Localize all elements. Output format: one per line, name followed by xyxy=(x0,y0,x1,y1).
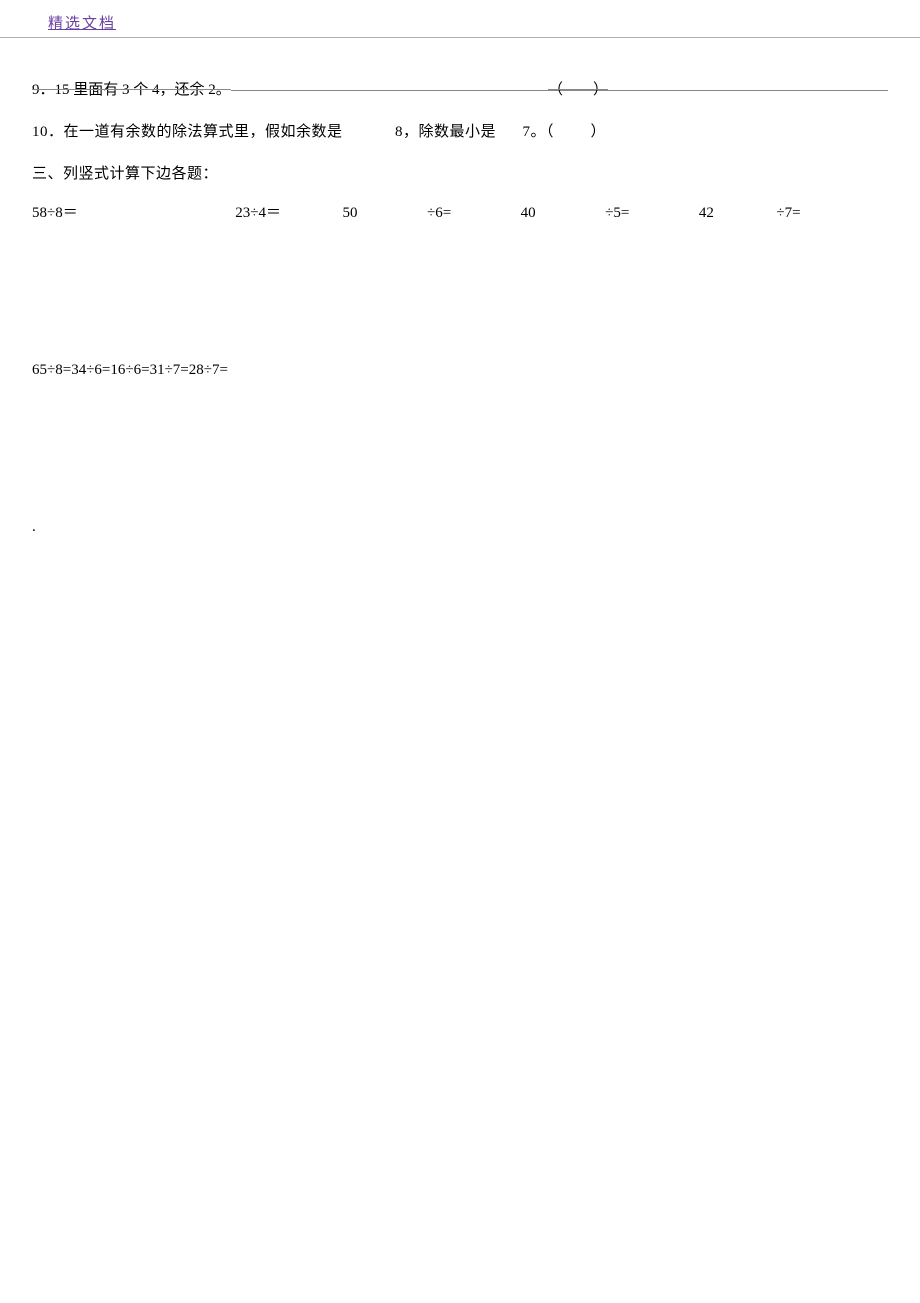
eq-40: 40 xyxy=(521,205,536,222)
question-10-line: 10．在一道有余数的除法算式里，假如余数是 8，除数最小是 7。（ ） xyxy=(32,120,888,144)
question-10-prefix: 10．在一道有余数的除法算式里，假如余数是 xyxy=(32,120,343,144)
eq-div7: ÷7= xyxy=(776,205,800,222)
eq-23-4: 23÷4＝ xyxy=(235,201,281,222)
page-header-title: 精选文档 xyxy=(48,16,116,32)
question-10-val1: 8，除数最小是 xyxy=(395,120,496,144)
equation-row-1: 58÷8＝ 23÷4＝ 50 ÷6= 40 ÷5= 42 ÷7= xyxy=(32,201,888,222)
eq-div5: ÷5= xyxy=(605,205,629,222)
section-3-title: 三、列竖式计算下边各题： xyxy=(32,162,888,183)
footer-dot: . xyxy=(32,519,888,536)
question-9-line: 9．15 里面有 3 个 4，还余 2。 （ ） xyxy=(32,78,888,102)
eq-42: 42 xyxy=(699,205,714,222)
eq-58-8: 58÷8＝ xyxy=(32,201,78,222)
question-10-val2: 7。（ xyxy=(523,120,555,144)
equation-row-2: 65÷8=34÷6=16÷6=31÷7=28÷7= xyxy=(32,362,888,379)
question-9-text: 9．15 里面有 3 个 4，还余 2。 xyxy=(32,78,231,102)
eq-50: 50 xyxy=(342,205,357,222)
question-9-paren: （ ） xyxy=(548,78,608,102)
question-10-close: ） xyxy=(591,120,607,144)
eq-div6: ÷6= xyxy=(427,205,451,222)
